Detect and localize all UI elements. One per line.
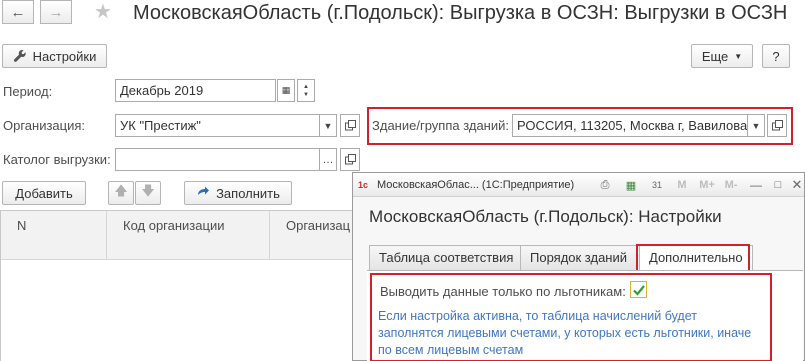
favorite-star-icon[interactable]: ★ [94, 2, 112, 22]
building-open-button[interactable] [767, 114, 787, 137]
ellipsis-icon: … [322, 153, 334, 166]
app-logo-icon: 1c [358, 180, 369, 190]
memory-m-icon[interactable]: M [675, 177, 689, 193]
settings-label: Настройки [32, 48, 97, 64]
building-dropdown-button[interactable]: ▼ [747, 114, 765, 137]
memory-plus-icon[interactable]: M+ [697, 177, 717, 193]
table-header: N Код организации Организац [1, 211, 360, 260]
beneficiaries-only-label: Выводить данные только по льготникам: [380, 284, 626, 299]
spreadsheet-icon[interactable]: ▦ [623, 177, 639, 193]
dropdown-arrow-icon: ▼ [323, 120, 333, 131]
building-field[interactable]: РОССИЯ, 113205, Москва г, Вавилова [512, 114, 748, 137]
org-label: Организация: [3, 118, 86, 133]
org-field[interactable]: УК "Престиж" [115, 114, 320, 137]
dialog-titlebar: 1c МосковскаяОблас... (1С:Предприятие) ⎙… [353, 173, 804, 197]
checkmark-icon [632, 284, 645, 296]
building-label: Здание/группа зданий: [372, 118, 510, 133]
page-title: МосковскаяОбласть (г.Подольск): Выгрузка… [133, 2, 788, 24]
maximize-icon[interactable]: □ [771, 177, 785, 193]
calendar-button[interactable]: ▦ [277, 79, 295, 102]
catalog-open-button[interactable] [340, 148, 360, 171]
print-icon[interactable]: ⎙ [597, 177, 613, 193]
open-window-icon [344, 120, 356, 131]
move-down-button[interactable]: 🡇 [135, 181, 161, 205]
beneficiaries-only-checkbox[interactable] [630, 281, 647, 298]
beneficiaries-hint-text: Если настройка активна, то таблица начис… [378, 309, 752, 357]
arrow-left-icon: ← [10, 3, 26, 21]
period-spin-button[interactable]: ▲ ▼ [297, 79, 315, 102]
tab-highlight-box [636, 244, 750, 272]
arrow-up-icon: 🡅 [114, 183, 128, 198]
tab-building-order[interactable]: Порядок зданий [520, 245, 638, 271]
open-window-icon [344, 154, 356, 165]
minimize-icon[interactable]: — [749, 177, 763, 193]
help-button[interactable]: ? [762, 44, 790, 68]
dropdown-arrow-icon: ▼ [751, 120, 761, 131]
forward-button[interactable]: → [40, 0, 72, 24]
wrench-icon [13, 50, 26, 62]
refresh-arrow-icon [198, 186, 210, 195]
open-window-icon [771, 120, 783, 131]
tab-mapping-table[interactable]: Таблица соответствия [369, 245, 524, 271]
catalog-field[interactable] [115, 148, 320, 171]
more-label: Еще [701, 48, 729, 64]
column-header-n[interactable]: N [1, 211, 107, 260]
arrow-down-icon: 🡇 [141, 183, 155, 198]
dialog-heading: МосковскаяОбласть (г.Подольск): Настройк… [369, 207, 722, 226]
calendar-icon: ▦ [281, 85, 291, 95]
column-header-org-code[interactable]: Код организации [107, 211, 270, 260]
spin-up-icon: ▲ [303, 83, 309, 90]
memory-minus-icon[interactable]: M- [721, 177, 741, 193]
close-icon[interactable]: ✕ [790, 177, 804, 193]
catalog-label: Католог выгрузки: [3, 152, 111, 167]
caret-down-icon: ▼ [734, 51, 743, 61]
data-table[interactable]: N Код организации Организац [0, 210, 360, 361]
back-button[interactable]: ← [2, 0, 34, 24]
arrow-right-icon: → [48, 3, 64, 21]
more-button[interactable]: Еще ▼ [691, 44, 753, 68]
org-open-button[interactable] [340, 114, 360, 137]
fill-button[interactable]: Заполнить [184, 181, 292, 205]
help-label: ? [772, 48, 780, 64]
period-field[interactable]: Декабрь 2019 [115, 79, 276, 102]
catalog-browse-button[interactable]: … [319, 148, 337, 171]
fill-label: Заполнить [216, 185, 280, 201]
add-button[interactable]: Добавить [2, 181, 86, 205]
calendar-icon[interactable]: 31 [649, 177, 665, 193]
org-dropdown-button[interactable]: ▼ [319, 114, 337, 137]
spin-down-icon: ▼ [303, 91, 309, 98]
settings-button[interactable]: Настройки [2, 44, 107, 68]
add-label: Добавить [15, 185, 73, 201]
dialog-window-title: МосковскаяОблас... (1С:Предприятие) [377, 179, 575, 191]
settings-dialog: 1c МосковскаяОблас... (1С:Предприятие) ⎙… [352, 172, 805, 361]
period-label: Период: [3, 84, 53, 99]
column-header-org[interactable]: Организац [270, 211, 361, 260]
move-up-button[interactable]: 🡅 [108, 181, 134, 205]
